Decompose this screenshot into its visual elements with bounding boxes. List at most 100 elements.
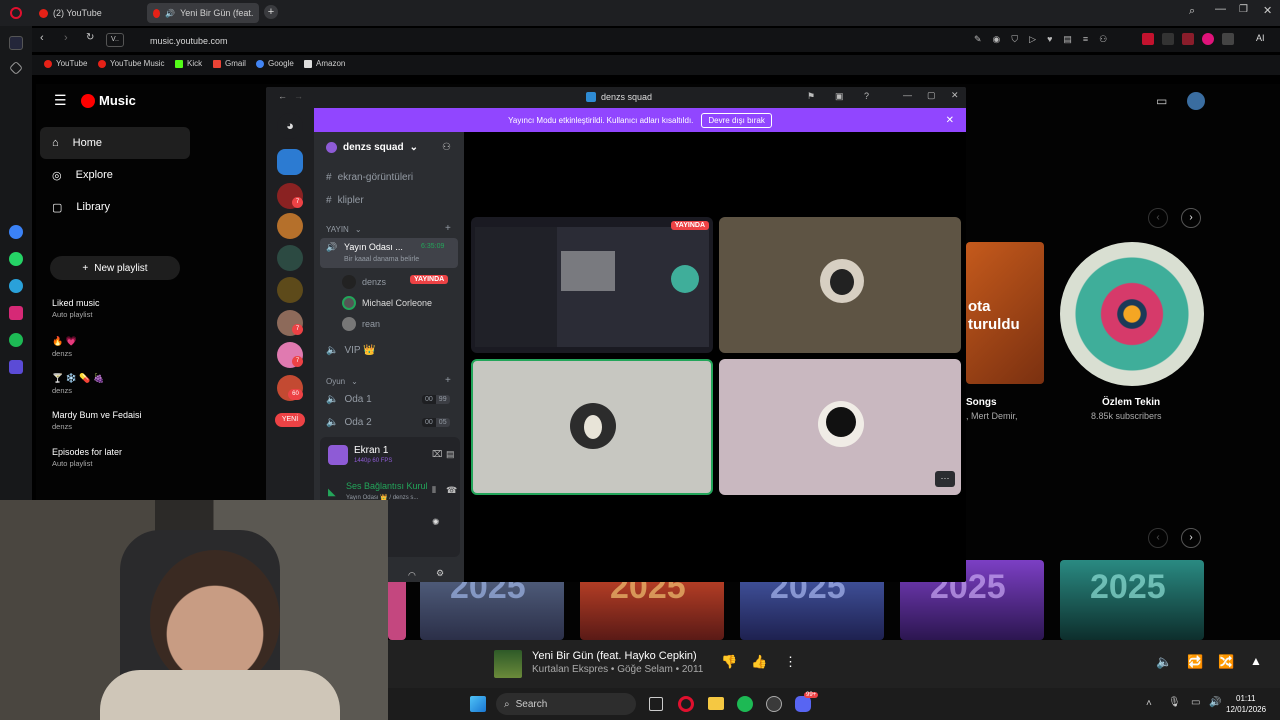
start-icon[interactable] — [470, 696, 486, 712]
album-art[interactable] — [494, 650, 522, 678]
spotify-icon[interactable] — [9, 333, 23, 347]
forward-icon[interactable]: → — [294, 91, 303, 101]
channel-oda-1[interactable]: 🔈 Oda 1 — [326, 394, 372, 405]
activity-icon[interactable]: ✺ — [432, 517, 440, 528]
voice-member[interactable]: rean — [342, 317, 380, 331]
minimize-icon[interactable]: — — [1215, 3, 1226, 15]
more-options-icon[interactable]: ⋯ — [935, 471, 955, 487]
ai-button[interactable]: AI — [1256, 33, 1265, 43]
playlist-item[interactable]: Liked music Auto playlist — [52, 298, 100, 319]
carousel-next-icon[interactable]: › — [1181, 208, 1201, 228]
headset-icon[interactable]: ◠ — [408, 570, 416, 581]
close-icon[interactable]: ✕ — [1263, 4, 1272, 17]
flag-icon[interactable]: ⚑ — [807, 91, 815, 102]
nav-explore[interactable]: ◎ Explore — [40, 159, 190, 191]
carousel-next-icon[interactable]: › — [1181, 528, 1201, 548]
network-icon[interactable]: ▭ — [1191, 697, 1200, 708]
carousel-prev-icon[interactable]: ‹ — [1148, 208, 1168, 228]
server-icon[interactable] — [277, 277, 303, 303]
maximize-icon[interactable]: ❐ — [1239, 4, 1248, 15]
task-view-icon[interactable] — [649, 697, 663, 711]
noise-suppression-icon[interactable]: ⦀ — [432, 485, 436, 496]
url-field[interactable]: music.youtube.com — [150, 32, 1010, 49]
hamburger-menu-icon[interactable]: ☰ — [54, 92, 67, 109]
voice-member[interactable]: denzs — [342, 275, 386, 289]
artist-avatar[interactable] — [1060, 242, 1204, 386]
search-tabs-icon[interactable]: ⌕ — [1189, 5, 1195, 18]
disable-streamer-mode-button[interactable]: Devre dışı bırak — [701, 112, 772, 128]
inbox-icon[interactable]: ▣ — [835, 91, 844, 102]
like-icon[interactable]: 👍 — [751, 654, 767, 670]
stream-settings-icon[interactable]: ▤ — [446, 449, 455, 460]
channel-item[interactable]: # ekran-görüntüleri — [326, 172, 413, 183]
extension-icon[interactable] — [1182, 33, 1194, 45]
track-title[interactable]: Yeni Bir Gün (feat. Hayko Cepkin) — [532, 650, 697, 662]
category-yayin[interactable]: YAYIN ⌄ — [326, 225, 362, 234]
telegram-icon[interactable] — [9, 279, 23, 293]
clock-date[interactable]: 12/01/2026 — [1226, 705, 1266, 714]
stream-tile[interactable]: YAYINDA — [471, 217, 713, 353]
tray-chevron-icon[interactable]: ˄ — [1146, 698, 1152, 709]
server-icon[interactable] — [277, 149, 303, 175]
tab-ytmusic[interactable]: 🔊 Yeni Bir Gün (feat. Hay — [147, 3, 259, 23]
avatar[interactable] — [1187, 92, 1205, 110]
playlist-item[interactable]: Episodes for later Auto playlist — [52, 447, 122, 468]
stop-stream-icon[interactable]: ⌧ — [432, 449, 442, 460]
extension-icon[interactable] — [1202, 33, 1214, 45]
extension-icon[interactable] — [1162, 33, 1174, 45]
server-header[interactable]: denzs squad ⌄ — [326, 142, 418, 153]
new-tab-icon[interactable]: + — [264, 5, 278, 19]
pinboard-icon[interactable] — [8, 60, 24, 76]
participant-tile[interactable]: ⋯ — [719, 359, 961, 495]
add-channel-icon[interactable]: + — [445, 223, 451, 234]
add-member-icon[interactable]: ⚇ — [442, 142, 451, 153]
opera-icon[interactable] — [678, 696, 694, 712]
bookmark-google[interactable]: Google — [256, 59, 294, 68]
expand-icon[interactable]: ▲ — [1250, 654, 1262, 668]
workspace-icon[interactable] — [9, 36, 23, 50]
playlist-item[interactable]: 🍸 ❄️ 💊 🍇 denzs — [52, 373, 104, 395]
new-playlist-button[interactable]: + New playlist — [50, 256, 180, 280]
bookmark-youtube[interactable]: YouTube — [44, 59, 87, 68]
bookmark-kick[interactable]: Kick — [175, 59, 202, 68]
disconnect-icon[interactable]: ☎ — [446, 485, 457, 496]
messenger-icon[interactable] — [9, 225, 23, 239]
channel-item[interactable]: # klipler — [326, 195, 364, 206]
forward-icon[interactable]: › — [64, 32, 68, 44]
file-explorer-icon[interactable] — [708, 697, 724, 710]
bookmark-gmail[interactable]: Gmail — [213, 59, 246, 68]
minimize-icon[interactable]: — — [903, 90, 912, 100]
bookmark-youtube-music[interactable]: YouTube Music — [98, 59, 165, 68]
help-icon[interactable]: ? — [864, 91, 869, 101]
steam-icon[interactable] — [766, 696, 782, 712]
server-icon[interactable] — [277, 245, 303, 271]
clock-time[interactable]: 01:11 — [1236, 694, 1255, 703]
shuffle-icon[interactable]: 🔀 — [1218, 654, 1234, 670]
back-icon[interactable]: ‹ — [40, 32, 44, 44]
ytmusic-logo[interactable]: Music — [81, 93, 136, 108]
volume-icon[interactable]: 🔊 — [1209, 697, 1221, 708]
search-box[interactable]: ⌕ Search — [496, 693, 636, 715]
active-voice-channel[interactable]: 🔊 Yayın Odası ... 6:35:09 Bir kaaal dana… — [320, 238, 458, 268]
settings-gear-icon[interactable]: ⚙ — [436, 568, 444, 579]
server-icon[interactable] — [277, 213, 303, 239]
bookmark-amazon[interactable]: Amazon — [304, 59, 345, 68]
carousel-prev-icon[interactable]: ‹ — [1148, 528, 1168, 548]
nav-home[interactable]: ⌂ Home — [40, 127, 190, 159]
participant-tile[interactable] — [719, 217, 961, 353]
player-icon[interactable] — [9, 360, 23, 374]
site-badge[interactable]: V.. — [106, 33, 124, 47]
instagram-icon[interactable] — [9, 306, 23, 320]
participant-tile-speaking[interactable] — [471, 359, 713, 495]
close-icon[interactable]: ✕ — [951, 90, 959, 101]
whatsapp-icon[interactable] — [9, 252, 23, 266]
more-options-icon[interactable]: ⋮ — [784, 654, 797, 670]
track-subtitle[interactable]: Kurtalan Ekspres • Göğe Selam • 2011 — [532, 664, 703, 675]
album-card[interactable]: ota turuldu — [966, 242, 1044, 384]
add-channel-icon[interactable]: + — [445, 375, 451, 386]
volume-icon[interactable]: 🔈 — [1156, 654, 1172, 670]
dislike-icon[interactable]: 👎 — [721, 654, 737, 670]
nav-library[interactable]: ▢ Library — [40, 191, 190, 223]
mix-card[interactable]: 2025 — [1060, 560, 1204, 640]
spotify-icon[interactable] — [737, 696, 753, 712]
